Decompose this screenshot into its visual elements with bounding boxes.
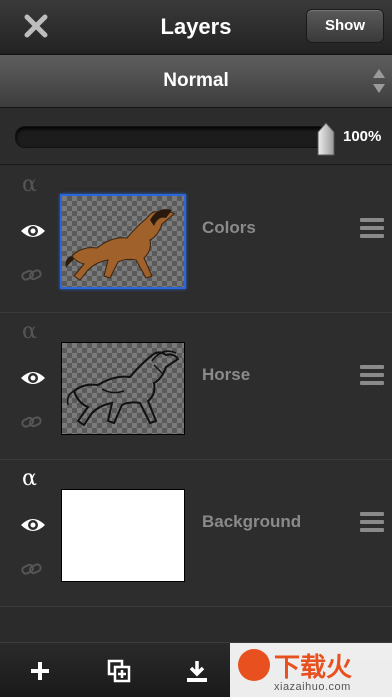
bottom-toolbar: 下载火 xiazaihuo.com [0, 642, 392, 697]
layer-thumbnail[interactable] [61, 342, 185, 435]
layer-row-colors[interactable]: α Colors [0, 166, 392, 313]
top-bar: Layers Show [0, 0, 392, 55]
show-button[interactable]: Show [306, 9, 384, 43]
layer-row-horse[interactable]: α Horse [0, 313, 392, 460]
eye-icon[interactable] [20, 516, 46, 534]
drag-handle-icon[interactable] [360, 512, 384, 534]
blend-mode-label: Normal [163, 70, 229, 91]
updown-arrows-icon [373, 69, 385, 93]
watermark-text: 下载火 [274, 653, 353, 683]
alpha-lock-icon[interactable]: α [22, 466, 37, 491]
layer-name: Background [202, 512, 302, 531]
duplicate-layer-icon[interactable] [107, 659, 131, 683]
eye-icon[interactable] [20, 369, 46, 387]
drag-handle-icon[interactable] [360, 365, 384, 387]
layer-name: Colors [202, 218, 256, 237]
watermark: 下载火 xiazaihuo.com [230, 643, 392, 697]
layer-thumbnail[interactable] [60, 194, 186, 289]
eye-icon[interactable] [20, 222, 46, 240]
layer-name: Horse [202, 365, 251, 384]
horse-painting-image [65, 209, 175, 281]
watermark-url: xiazaihuo.com [274, 681, 351, 693]
alpha-lock-icon[interactable]: α [22, 319, 37, 344]
alpha-lock-icon[interactable]: α [22, 172, 37, 197]
link-icon[interactable] [21, 415, 43, 429]
opacity-slider-thumb[interactable] [317, 122, 335, 156]
opacity-row: 100% [0, 108, 392, 165]
blend-mode-selector[interactable]: Normal [0, 55, 392, 108]
opacity-value: 100% [343, 128, 382, 145]
layer-row-background[interactable]: α Background [0, 460, 392, 607]
download-icon[interactable] [185, 659, 209, 683]
layer-thumbnail[interactable] [61, 489, 185, 582]
link-icon[interactable] [21, 562, 43, 576]
drag-handle-icon[interactable] [360, 218, 384, 240]
add-icon[interactable] [28, 659, 52, 683]
opacity-slider[interactable] [15, 126, 329, 148]
horse-sketch-image [66, 350, 180, 427]
link-icon[interactable] [21, 268, 43, 282]
watermark-logo-icon [238, 649, 270, 681]
